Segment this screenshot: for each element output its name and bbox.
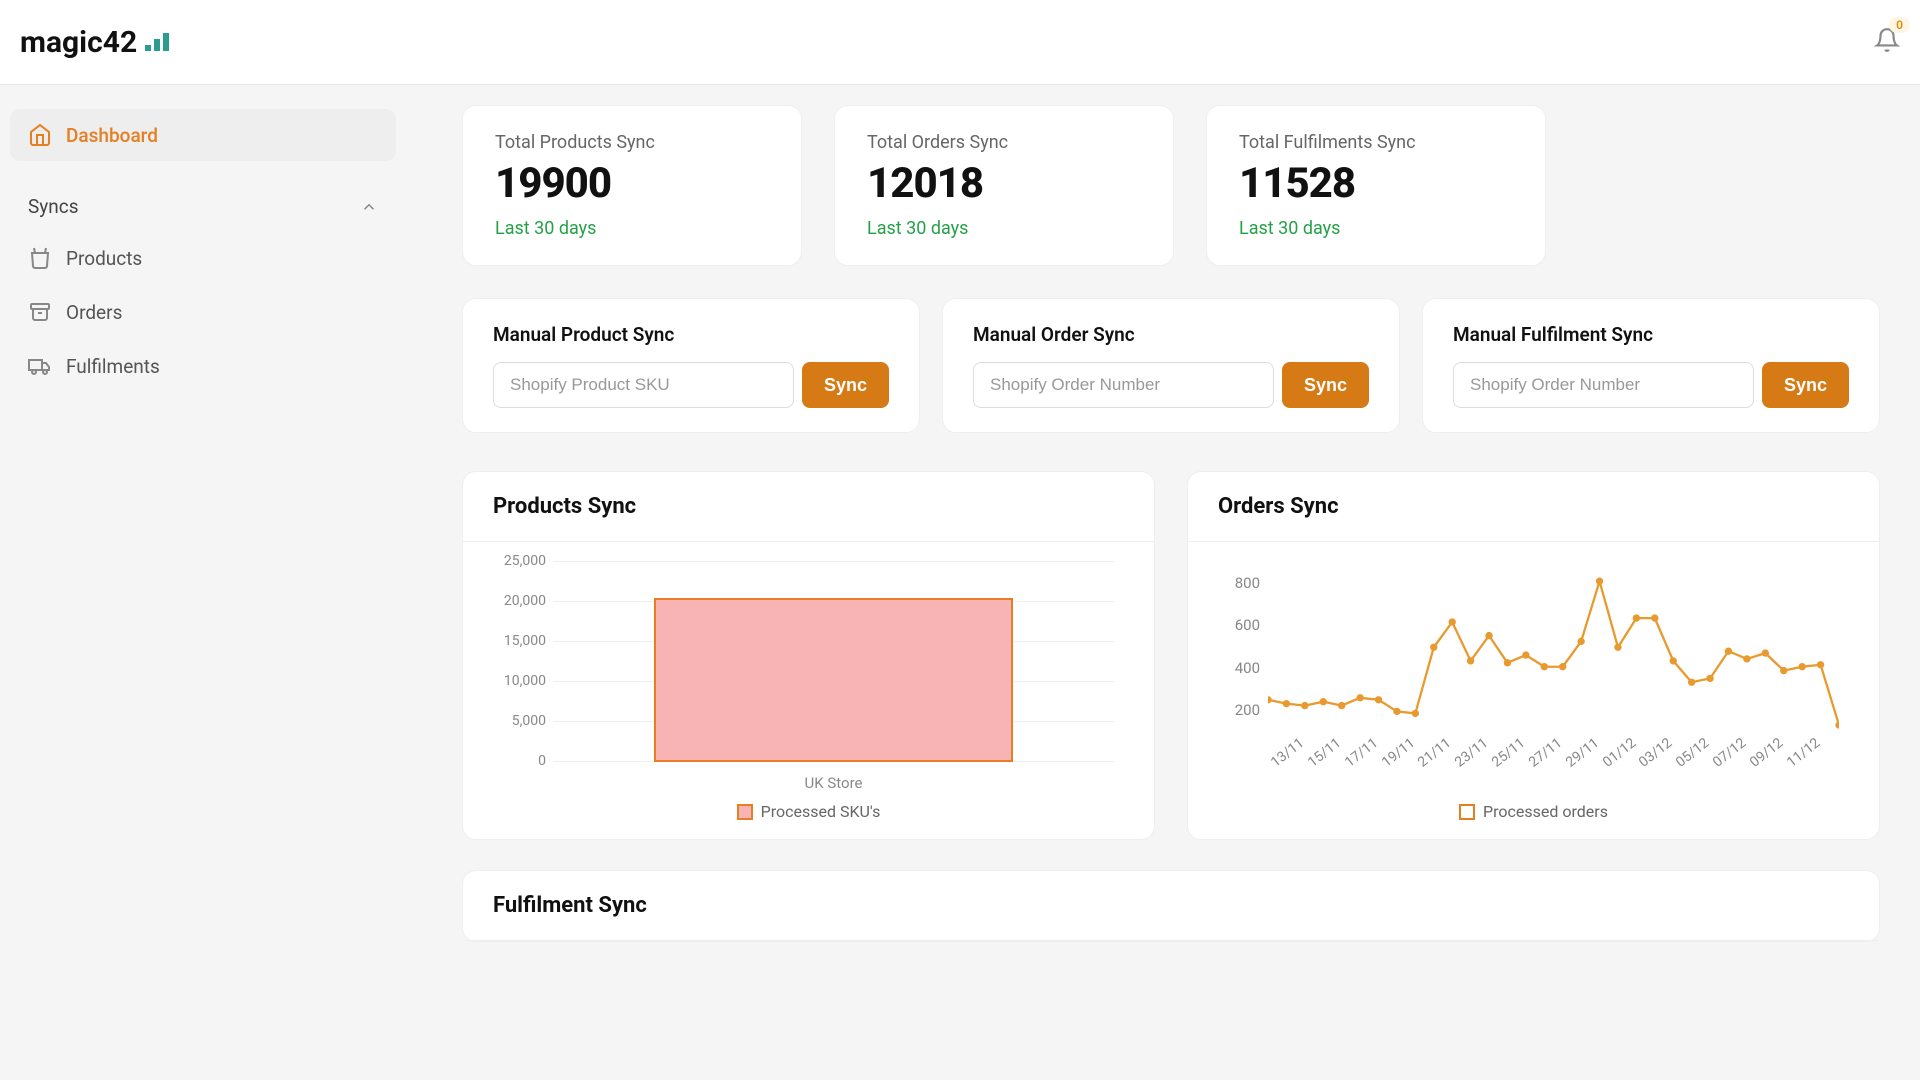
notifications-button[interactable]: 0: [1874, 27, 1900, 57]
stat-value: 12018: [867, 159, 1141, 208]
stat-card-fulfilments: Total Fulfilments Sync 11528 Last 30 day…: [1206, 105, 1546, 266]
top-bar: magic42 0: [0, 0, 1920, 85]
orders-sync-chart-card: Orders Sync 20040060080013/1115/1117/111…: [1187, 471, 1880, 840]
brand-mark-icon: [145, 33, 169, 51]
chart-row: Products Sync 05,00010,00015,00020,00025…: [462, 471, 1880, 840]
chart-title: Orders Sync: [1188, 472, 1879, 542]
home-icon: [28, 123, 52, 147]
chevron-up-icon: [360, 198, 378, 216]
sidebar-section-label: Syncs: [28, 195, 79, 218]
sidebar-item-label: Fulfilments: [66, 355, 160, 378]
truck-icon: [28, 354, 52, 378]
stat-sub: Last 30 days: [495, 218, 769, 239]
bag-icon: [28, 246, 52, 270]
sync-order-button[interactable]: Sync: [1282, 362, 1369, 408]
sidebar-item-orders[interactable]: Orders: [10, 286, 396, 338]
sidebar-item-label: Orders: [66, 301, 122, 324]
legend-swatch-icon: [1459, 804, 1475, 820]
brand-logo: magic42: [20, 25, 169, 60]
chart-legend: Processed orders: [1218, 802, 1849, 821]
sidebar-item-products[interactable]: Products: [10, 232, 396, 284]
order-number-input[interactable]: [973, 362, 1274, 408]
stat-sub: Last 30 days: [867, 218, 1141, 239]
main-content: Total Products Sync 19900 Last 30 days T…: [406, 85, 1920, 1080]
chart-legend: Processed SKU's: [493, 802, 1124, 821]
product-sku-input[interactable]: [493, 362, 794, 408]
sync-product-button[interactable]: Sync: [802, 362, 889, 408]
stat-card-products: Total Products Sync 19900 Last 30 days: [462, 105, 802, 266]
card-title: Manual Product Sync: [493, 323, 889, 346]
brand-text: magic42: [20, 25, 137, 60]
legend-label: Processed orders: [1483, 802, 1608, 821]
manual-sync-row: Manual Product Sync Sync Manual Order Sy…: [462, 298, 1880, 433]
sidebar-item-label: Products: [66, 247, 142, 270]
sidebar-section-syncs[interactable]: Syncs: [10, 163, 396, 230]
stat-value: 19900: [495, 159, 769, 208]
chart-title: Products Sync: [463, 472, 1154, 542]
products-bar-chart: 05,00010,00015,00020,00025,000UK Store: [553, 562, 1114, 792]
card-title: Manual Order Sync: [973, 323, 1369, 346]
stat-label: Total Products Sync: [495, 132, 769, 153]
stat-label: Total Orders Sync: [867, 132, 1141, 153]
fulfilment-order-input[interactable]: [1453, 362, 1754, 408]
fulfilment-sync-chart-card: Fulfilment Sync: [462, 870, 1880, 942]
products-sync-chart-card: Products Sync 05,00010,00015,00020,00025…: [462, 471, 1155, 840]
sidebar-item-fulfilments[interactable]: Fulfilments: [10, 340, 396, 392]
stats-row: Total Products Sync 19900 Last 30 days T…: [462, 105, 1880, 266]
stat-value: 11528: [1239, 159, 1513, 208]
archive-icon: [28, 300, 52, 324]
sidebar: Dashboard Syncs Products Orders Fulfilme…: [0, 85, 406, 1080]
stat-label: Total Fulfilments Sync: [1239, 132, 1513, 153]
sidebar-item-dashboard[interactable]: Dashboard: [10, 109, 396, 161]
chart-title: Fulfilment Sync: [463, 871, 1879, 941]
notification-count-badge: 0: [1889, 17, 1910, 33]
sidebar-item-label: Dashboard: [66, 124, 158, 147]
legend-label: Processed SKU's: [761, 802, 881, 821]
manual-order-sync-card: Manual Order Sync Sync: [942, 298, 1400, 433]
card-title: Manual Fulfilment Sync: [1453, 323, 1849, 346]
legend-swatch-icon: [737, 804, 753, 820]
orders-line-chart: 20040060080013/1115/1117/1119/1121/1123/…: [1268, 562, 1839, 792]
manual-fulfilment-sync-card: Manual Fulfilment Sync Sync: [1422, 298, 1880, 433]
manual-product-sync-card: Manual Product Sync Sync: [462, 298, 920, 433]
stat-card-orders: Total Orders Sync 12018 Last 30 days: [834, 105, 1174, 266]
sync-fulfilment-button[interactable]: Sync: [1762, 362, 1849, 408]
stat-sub: Last 30 days: [1239, 218, 1513, 239]
